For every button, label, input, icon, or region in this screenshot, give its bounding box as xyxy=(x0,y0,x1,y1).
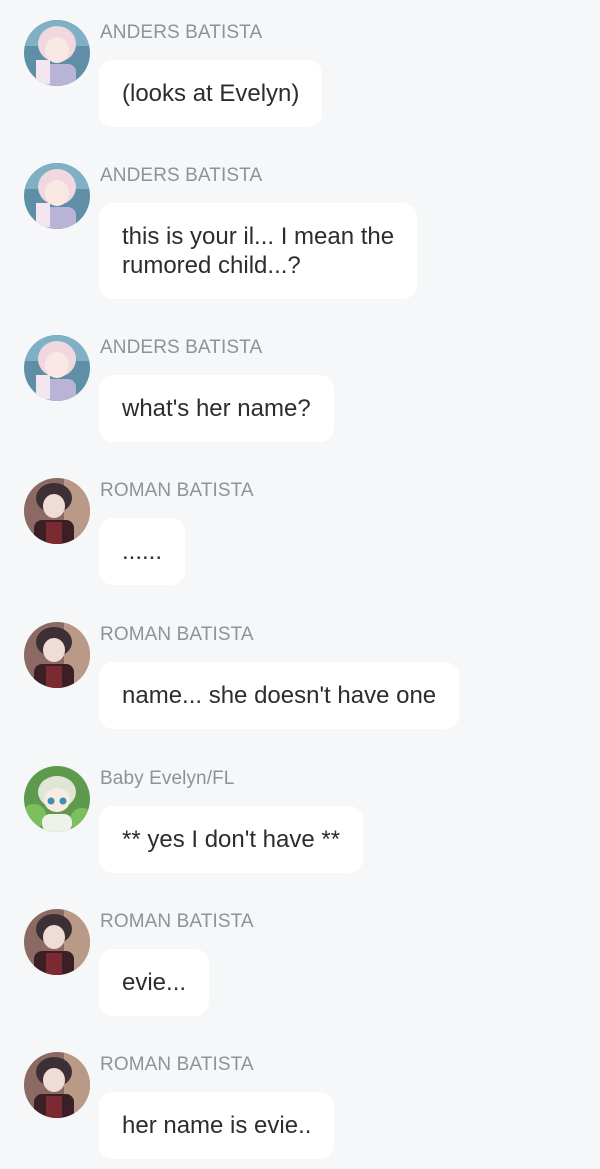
roman-avatar-icon[interactable] xyxy=(24,622,90,688)
message-text: this is your il... I mean the xyxy=(122,223,395,250)
sender-name: ANDERS BATISTA xyxy=(100,22,263,43)
message-text: her name is evie.. xyxy=(122,1112,312,1139)
evelyn-avatar-icon[interactable] xyxy=(24,766,90,832)
message-text: evie... xyxy=(122,969,187,996)
message-bubble: ** yes I don't have ** xyxy=(99,806,364,873)
message-text: rumored child...? xyxy=(122,252,301,279)
sender-name: ROMAN BATISTA xyxy=(100,480,254,501)
message-text: ** yes I don't have ** xyxy=(122,826,341,853)
anders-avatar-icon[interactable] xyxy=(24,20,90,86)
message-bubble: this is your il... I mean the rumored ch… xyxy=(99,203,418,299)
message-text: name... she doesn't have one xyxy=(122,682,437,709)
chat-thread: ANDERS BATISTA (looks at Evelyn) ANDERS … xyxy=(0,0,600,1169)
roman-avatar-icon[interactable] xyxy=(24,1052,90,1118)
sender-name: ANDERS BATISTA xyxy=(100,337,263,358)
message-text: what's her name? xyxy=(122,395,311,422)
roman-avatar-icon[interactable] xyxy=(24,909,90,975)
message-bubble: her name is evie.. xyxy=(99,1092,335,1159)
message-bubble: ...... xyxy=(99,518,186,585)
sender-name: ROMAN BATISTA xyxy=(100,624,254,645)
message-bubble: name... she doesn't have one xyxy=(99,662,460,729)
roman-avatar-icon[interactable] xyxy=(24,478,90,544)
message-text: (looks at Evelyn) xyxy=(122,80,300,107)
sender-name: Baby Evelyn/FL xyxy=(100,768,235,789)
message-text: ...... xyxy=(122,538,163,565)
message-bubble: (looks at Evelyn) xyxy=(99,60,323,127)
sender-name: ROMAN BATISTA xyxy=(100,1054,254,1075)
anders-avatar-icon[interactable] xyxy=(24,163,90,229)
anders-avatar-icon[interactable] xyxy=(24,335,90,401)
message-bubble: evie... xyxy=(99,949,210,1016)
message-bubble: what's her name? xyxy=(99,375,334,442)
sender-name: ROMAN BATISTA xyxy=(100,911,254,932)
sender-name: ANDERS BATISTA xyxy=(100,165,263,186)
